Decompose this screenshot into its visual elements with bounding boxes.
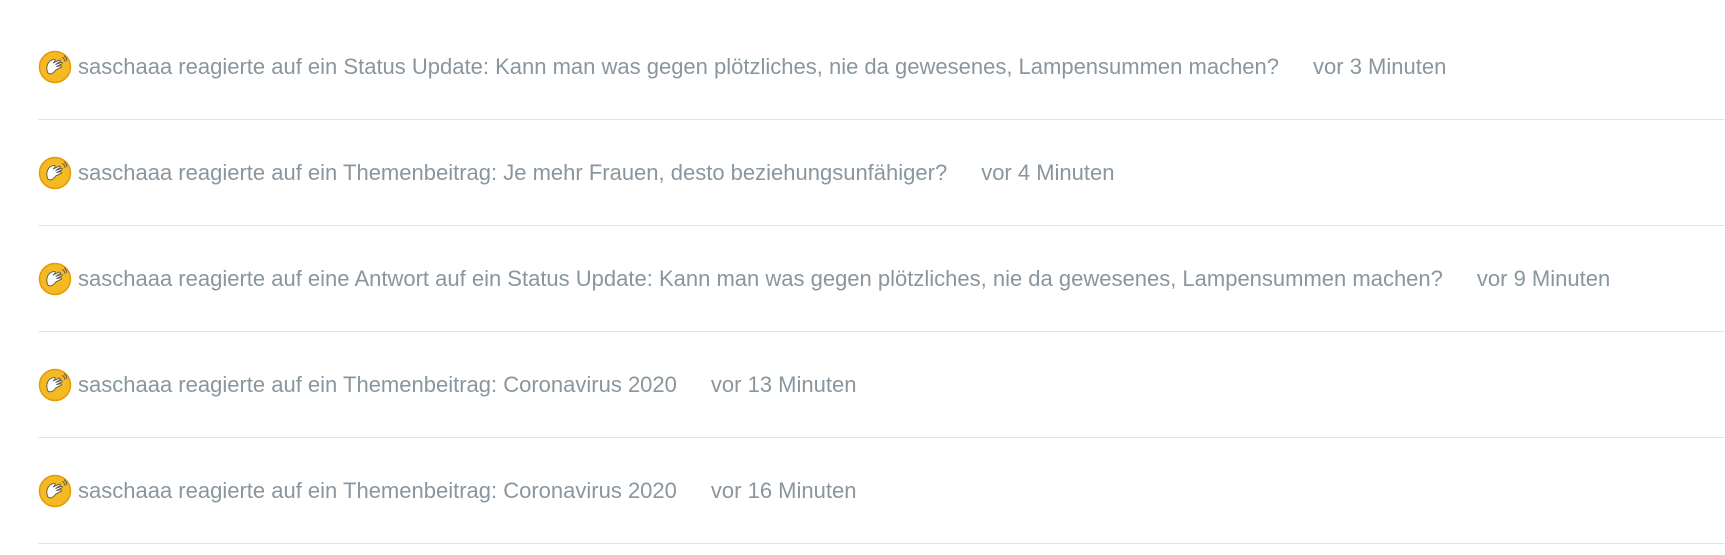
waving-hand-reaction-icon: [38, 368, 72, 402]
action-text: reagierte auf ein: [172, 478, 344, 503]
target-title-link[interactable]: Kann man was gegen plötzliches, nie da g…: [495, 54, 1279, 79]
activity-feed: saschaaa reagierte auf ein Status Update…: [38, 14, 1725, 544]
waving-hand-reaction-icon: [38, 156, 72, 190]
list-item: saschaaa reagierte auf ein Themenbeitrag…: [38, 438, 1725, 544]
timestamp: vor 16 Minuten: [710, 478, 857, 503]
activity-text: saschaaa reagierte auf eine Antwort auf …: [78, 266, 1443, 292]
feed-item-content: saschaaa reagierte auf ein Themenbeitrag…: [38, 474, 856, 508]
list-item: saschaaa reagierte auf eine Antwort auf …: [38, 226, 1725, 332]
feed-item-content: saschaaa reagierte auf ein Themenbeitrag…: [38, 368, 856, 402]
waving-hand-reaction-icon: [38, 50, 72, 84]
target-title-link[interactable]: Kann man was gegen plötzliches, nie da g…: [659, 266, 1443, 291]
timestamp: vor 4 Minuten: [981, 160, 1115, 185]
separator-text: :: [491, 160, 504, 185]
action-text: reagierte auf eine: [172, 266, 355, 291]
separator-text: :: [482, 54, 496, 79]
target-title-link[interactable]: Coronavirus 2020: [503, 478, 677, 503]
feed-item-content: saschaaa reagierte auf ein Themenbeitrag…: [38, 156, 1114, 190]
action-text: reagierte auf ein: [172, 160, 344, 185]
timestamp: vor 9 Minuten: [1476, 266, 1611, 291]
target-title-link[interactable]: Coronavirus 2020: [503, 372, 677, 397]
separator-text: :: [491, 478, 504, 503]
waving-hand-reaction-icon: [38, 474, 72, 508]
target-title-link[interactable]: Je mehr Frauen, desto beziehungsunfähige…: [503, 160, 947, 185]
action-text: reagierte auf ein: [172, 372, 344, 397]
user-link[interactable]: saschaaa: [78, 478, 172, 503]
user-link[interactable]: saschaaa: [78, 160, 172, 185]
user-link[interactable]: saschaaa: [78, 372, 172, 397]
target-type-link[interactable]: Antwort auf ein Status Update: [354, 266, 646, 291]
feed-item-content: saschaaa reagierte auf ein Status Update…: [38, 50, 1446, 84]
activity-text: saschaaa reagierte auf ein Themenbeitrag…: [78, 372, 677, 398]
activity-text: saschaaa reagierte auf ein Themenbeitrag…: [78, 160, 947, 186]
separator-text: :: [491, 372, 504, 397]
user-link[interactable]: saschaaa: [78, 54, 172, 79]
timestamp: vor 3 Minuten: [1313, 54, 1447, 79]
target-type-link[interactable]: Themenbeitrag: [343, 160, 491, 185]
list-item: saschaaa reagierte auf ein Themenbeitrag…: [38, 120, 1725, 226]
activity-text: saschaaa reagierte auf ein Status Update…: [78, 54, 1279, 80]
feed-item-content: saschaaa reagierte auf eine Antwort auf …: [38, 262, 1610, 296]
list-item: saschaaa reagierte auf ein Status Update…: [38, 14, 1725, 120]
target-type-link[interactable]: Status Update: [343, 54, 482, 79]
list-item: saschaaa reagierte auf ein Themenbeitrag…: [38, 332, 1725, 438]
target-type-link[interactable]: Themenbeitrag: [343, 478, 491, 503]
waving-hand-reaction-icon: [38, 262, 72, 296]
user-link[interactable]: saschaaa: [78, 266, 172, 291]
activity-text: saschaaa reagierte auf ein Themenbeitrag…: [78, 478, 677, 504]
timestamp: vor 13 Minuten: [710, 372, 857, 397]
target-type-link[interactable]: Themenbeitrag: [343, 372, 491, 397]
action-text: reagierte auf ein: [172, 54, 344, 79]
separator-text: :: [646, 266, 659, 291]
